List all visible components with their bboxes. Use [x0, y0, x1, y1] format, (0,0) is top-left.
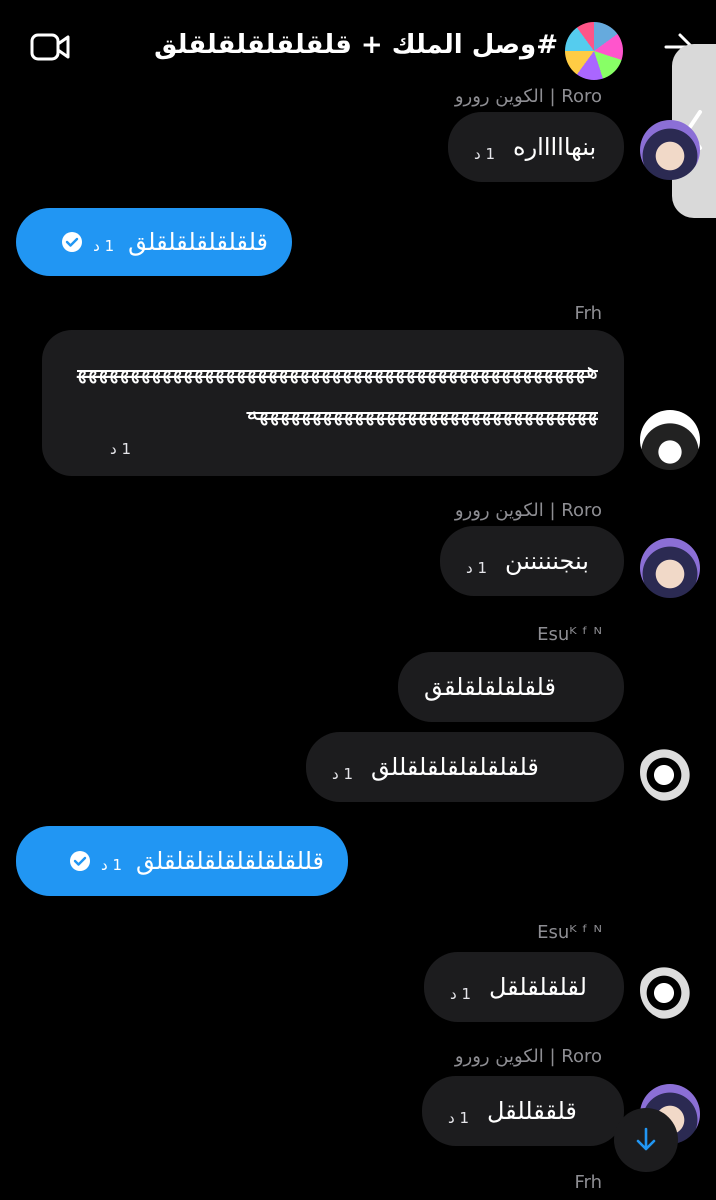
sender-name: Esuᴷ ᶠ ᴺ — [537, 624, 602, 645]
sender-name: Frh — [574, 1172, 602, 1193]
message-time: 1 د — [448, 1109, 469, 1127]
check-circle-icon — [70, 851, 91, 871]
sender-name: Esuᴷ ᶠ ᴺ — [537, 922, 602, 943]
avatar[interactable] — [640, 120, 700, 180]
message-bubble[interactable]: بنجنننننن 1 د — [440, 526, 624, 596]
video-camera-icon — [30, 33, 70, 61]
sender-name: Frh — [574, 303, 602, 324]
avatar[interactable] — [640, 538, 700, 598]
chat-header: #وصل الملك + قلقلقلقلقلقلق — [0, 0, 716, 92]
message-time: 1 د — [450, 985, 471, 1003]
message-text: بنجنننننن — [505, 547, 589, 575]
sender-name: الكوين رورو | Roro — [454, 500, 602, 521]
sender-name: الكوين رورو | Roro — [454, 86, 602, 107]
sender-name: الكوين رورو | Roro — [454, 1046, 602, 1067]
my-message-bubble[interactable]: قللقلقلقلقلقلقلقلق 1 د — [16, 826, 348, 896]
message-bubble[interactable]: قلقلقلقلقلقلقللق 1 د — [306, 732, 624, 802]
avatar[interactable] — [640, 742, 700, 802]
chat-title: #وصل الملك + قلقلقلقلقلقلق — [154, 30, 558, 60]
video-call-button[interactable] — [30, 32, 74, 68]
scroll-to-bottom-button[interactable] — [614, 1108, 678, 1172]
message-text: قلققللقل — [487, 1097, 577, 1125]
avatar[interactable] — [640, 960, 700, 1020]
message-bubble[interactable]: قلقلقلقلقلقق — [398, 652, 624, 722]
message-text: بنهاااااره — [513, 133, 597, 161]
arrow-down-icon — [636, 1127, 656, 1151]
message-text: قلقلقلقلقلقق — [424, 673, 556, 701]
message-bubble[interactable]: قلققللقل 1 د — [422, 1076, 624, 1146]
message-text: قلقلقلقلقلقلق — [128, 228, 268, 256]
message-time: 1 د — [474, 145, 495, 163]
message-text: قلقلقلقلقلقلقللق — [371, 753, 539, 781]
message-text: هههههههههههههههههههههههههههههههههههههههه… — [76, 358, 598, 426]
message-time: 1 د — [110, 440, 131, 458]
message-bubble[interactable]: هههههههههههههههههههههههههههههههههههههههه… — [42, 330, 624, 476]
check-circle-icon — [62, 232, 83, 252]
message-time: 1 د — [93, 237, 115, 255]
message-text: لقلقلقلقل — [489, 973, 587, 1001]
message-bubble[interactable]: بنهاااااره 1 د — [448, 112, 624, 182]
group-avatar[interactable] — [565, 22, 623, 80]
my-message-bubble[interactable]: قلقلقلقلقلقلق 1 د — [16, 208, 292, 276]
message-bubble[interactable]: لقلقلقلقل 1 د — [424, 952, 624, 1022]
message-time: 1 د — [101, 856, 123, 874]
avatar[interactable] — [640, 410, 700, 470]
message-text: قللقلقلقلقلقلقلقلق — [136, 847, 324, 875]
message-time: 1 د — [332, 765, 353, 783]
message-time: 1 د — [466, 559, 487, 577]
